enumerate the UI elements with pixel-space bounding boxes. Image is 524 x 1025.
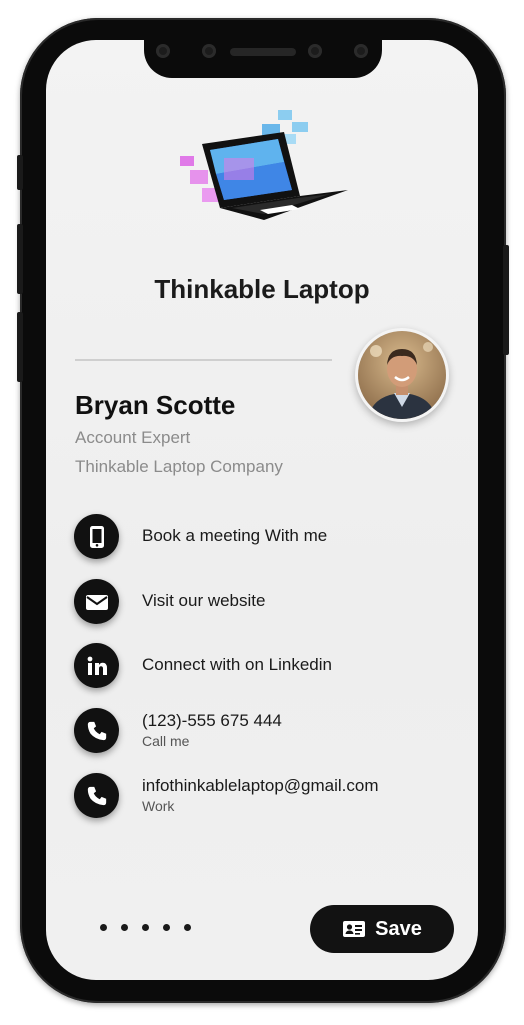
phone-volume-up bbox=[17, 224, 23, 294]
notch-sensor-icon bbox=[156, 44, 170, 58]
email-label: infothinkablelaptop@gmail.com bbox=[142, 776, 379, 795]
phone-number-sublabel: Call me bbox=[142, 733, 190, 749]
phone-icon bbox=[74, 773, 119, 818]
linkedin-row[interactable]: Connect with on Linkedin bbox=[74, 643, 454, 689]
notch-sensor-icon bbox=[308, 44, 322, 58]
linkedin-icon bbox=[74, 643, 119, 688]
phone-volume-down bbox=[17, 312, 23, 382]
mobile-phone-icon bbox=[74, 514, 119, 559]
laptop-logo-icon bbox=[180, 108, 350, 228]
profile-company: Thinkable Laptop Company bbox=[75, 457, 283, 476]
notch-speaker bbox=[230, 48, 296, 56]
page-dot[interactable] bbox=[163, 924, 170, 931]
contact-card-icon bbox=[343, 921, 366, 937]
email-row[interactable]: infothinkablelaptop@gmail.com Work bbox=[74, 773, 454, 819]
section-divider bbox=[75, 359, 332, 361]
phone-number-label: (123)-555 675 444 bbox=[142, 711, 282, 730]
phone-row[interactable]: (123)-555 675 444 Call me bbox=[74, 708, 454, 754]
page-dot[interactable] bbox=[121, 924, 128, 931]
save-contact-button[interactable]: Save bbox=[310, 905, 454, 953]
brand-title: Thinkable Laptop bbox=[154, 274, 370, 304]
page-indicator bbox=[100, 924, 191, 931]
save-button-label: Save bbox=[375, 917, 422, 940]
avatar bbox=[355, 328, 449, 422]
envelope-icon bbox=[74, 579, 119, 624]
email-sublabel: Work bbox=[142, 798, 175, 814]
profile-photo bbox=[358, 331, 446, 419]
profile-name: Bryan Scotte bbox=[75, 390, 236, 420]
phone-icon bbox=[74, 708, 119, 753]
phone-notch bbox=[144, 30, 382, 78]
book-meeting-row[interactable]: Book a meeting With me bbox=[74, 514, 454, 560]
linkedin-label: Connect with on Linkedin bbox=[142, 655, 332, 674]
notch-sensor-icon bbox=[354, 44, 368, 58]
phone-mute-switch bbox=[17, 155, 23, 190]
website-row[interactable]: Visit our website bbox=[74, 579, 454, 625]
phone-power-button bbox=[503, 245, 509, 355]
profile-role: Account Expert bbox=[75, 428, 191, 447]
page-dot[interactable] bbox=[184, 924, 191, 931]
notch-camera-icon bbox=[202, 44, 216, 58]
book-meeting-label: Book a meeting With me bbox=[142, 526, 328, 545]
page-dot[interactable] bbox=[100, 924, 107, 931]
page-dot[interactable] bbox=[142, 924, 149, 931]
website-label: Visit our website bbox=[142, 591, 266, 610]
